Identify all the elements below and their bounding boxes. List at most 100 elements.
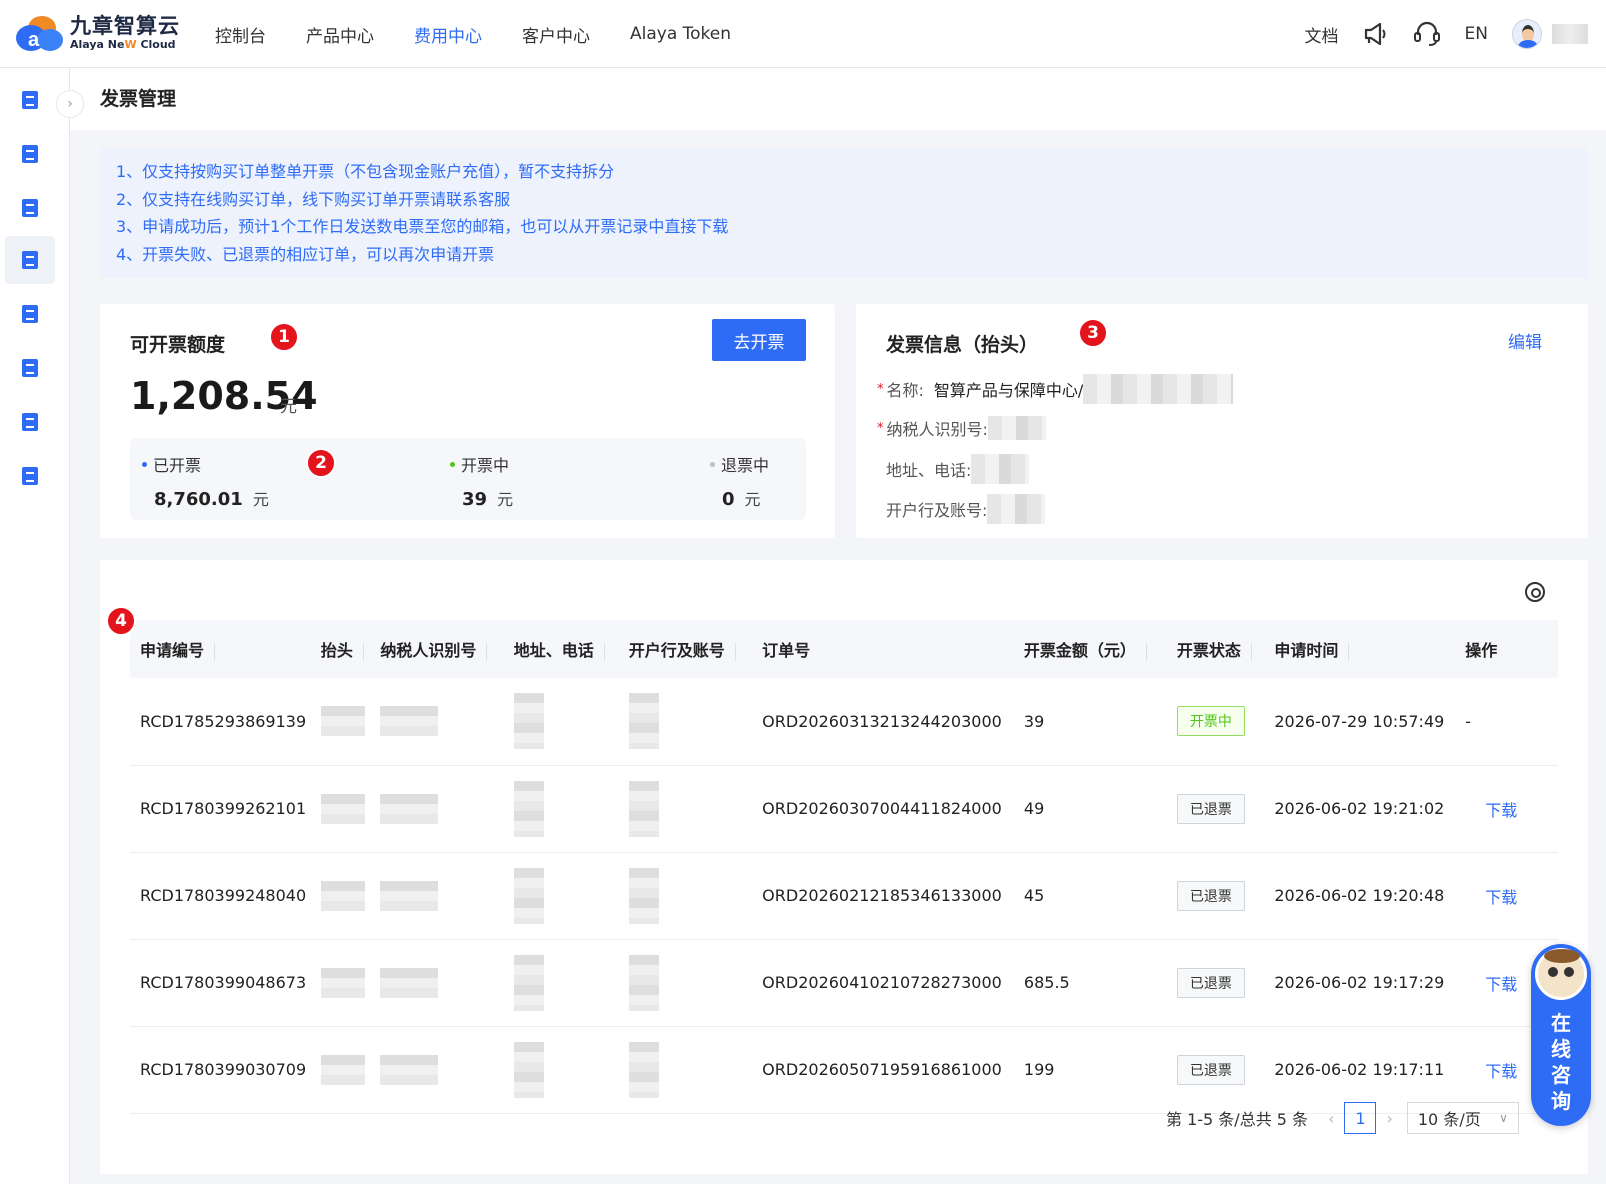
brand-logo[interactable]: a 九章智算云 Alaya NeW Cloud — [14, 12, 180, 54]
column-header: 操作 — [1455, 620, 1558, 678]
nav-item[interactable]: 控制台 — [215, 22, 266, 47]
request-id-cell: RCD1780399048673 — [130, 939, 311, 1027]
amount-cell: 39 — [1013, 678, 1167, 766]
column-settings-gear-icon[interactable] — [1525, 582, 1545, 602]
sidebar-expand-button[interactable]: › — [56, 90, 84, 118]
blurred-value — [628, 1041, 659, 1098]
info-bank-row: 开户行及账号: — [886, 494, 1046, 524]
apply-time-cell: 2026-06-02 19:17:29 — [1264, 939, 1456, 1027]
column-header: 申请编号 — [130, 620, 311, 678]
invoice-info-card: 发票信息（抬头） 3 编辑 * 名称: 智算产品与保障中心/ * 纳税人识别号: 地… — [856, 304, 1588, 538]
title-cell — [310, 1026, 371, 1114]
order-id-cell: ORD20260212185346133000 — [752, 852, 1014, 940]
stat-in-progress: 开票中 39 元 — [450, 452, 513, 510]
prev-page-icon[interactable]: ‹ — [1328, 1109, 1334, 1128]
online-consult-label: 在线咨询 — [1551, 1011, 1571, 1113]
download-link[interactable]: 下载 — [1465, 888, 1517, 907]
status-cell: 已退票 — [1166, 852, 1265, 940]
sidebar-item-archive-download[interactable] — [5, 398, 55, 446]
issue-invoice-button[interactable]: 去开票 — [712, 319, 806, 361]
column-header: 申请时间 — [1264, 620, 1456, 678]
support-headset-icon[interactable] — [1413, 21, 1441, 47]
blurred-value — [320, 880, 365, 911]
request-id-cell: RCD1780399030709 — [130, 1026, 311, 1114]
blurred-value — [628, 867, 659, 924]
blurred-value — [971, 454, 1030, 484]
brand-name-cn: 九章智算云 — [70, 14, 180, 38]
download-link[interactable]: 下载 — [1465, 975, 1517, 994]
invoice-records-card: 4 申请编号 抬头 纳税人识别号 地址、电话 开户行及账号 订单号 开票金额（元） 开票状态申… — [100, 560, 1588, 1174]
top-right-tools: 文档 EN — [1281, 0, 1588, 68]
nav-item[interactable]: 客户中心 — [522, 22, 590, 47]
user-menu[interactable] — [1512, 19, 1588, 49]
blurred-value — [380, 793, 439, 824]
docs-link[interactable]: 文档 — [1305, 22, 1339, 47]
address-cell — [503, 765, 619, 853]
sidebar-item-receipt[interactable] — [5, 290, 55, 338]
table-row: RCD1780399248040 ORD20260212185346133000 4… — [130, 852, 1558, 940]
nav-item[interactable]: Alaya Token — [630, 24, 731, 44]
column-header: 开户行及账号 — [618, 620, 753, 678]
info-name-value: 智算产品与保障中心/ — [933, 381, 1084, 400]
avatar — [1512, 19, 1542, 49]
language-switch[interactable]: EN — [1465, 24, 1488, 44]
download-link[interactable]: 下载 — [1465, 801, 1517, 820]
sidebar-item-bill[interactable] — [5, 184, 55, 232]
request-id-cell: RCD1785293869139 — [130, 678, 311, 766]
action-cell: 下载 — [1455, 765, 1558, 853]
document-icon — [22, 145, 38, 163]
title-cell — [310, 939, 371, 1027]
sidebar-item-money-bag[interactable] — [5, 76, 55, 124]
column-header: 开票金额（元） — [1013, 620, 1167, 678]
top-nav-bar: a 九章智算云 Alaya NeW Cloud 控制台 产品中心 费用中心 客户中心 A… — [0, 0, 1606, 68]
status-cell: 已退票 — [1166, 1026, 1265, 1114]
blurred-value — [628, 954, 659, 1011]
announcement-icon[interactable] — [1363, 22, 1389, 46]
status-dot — [710, 461, 715, 467]
sidebar-item-ticket[interactable] — [5, 236, 55, 284]
sidebar-item-document[interactable] — [5, 130, 55, 178]
title-cell — [310, 852, 371, 940]
info-address-row: 地址、电话: — [886, 454, 1030, 484]
column-header: 开票状态 — [1166, 620, 1265, 678]
status-badge: 已退票 — [1176, 967, 1245, 998]
apply-time-cell: 2026-06-02 19:17:11 — [1264, 1026, 1456, 1114]
table-row: RCD1780399030709 ORD20260507195916861000 1… — [130, 1026, 1558, 1114]
blurred-value — [320, 706, 365, 737]
bank-cell — [618, 678, 753, 766]
edit-link[interactable]: 编辑 — [1508, 328, 1542, 353]
sidebar — [0, 68, 70, 1184]
nav-item[interactable]: 费用中心 — [414, 22, 482, 47]
receipt-icon — [22, 305, 38, 323]
sidebar-item-archive-export[interactable] — [5, 452, 55, 500]
blurred-value — [628, 780, 659, 837]
status-badge: 开票中 — [1176, 706, 1245, 737]
status-dot — [450, 461, 455, 467]
order-id-cell: ORD20260313213244203000 — [752, 678, 1014, 766]
cloud-logo-icon: a — [16, 16, 63, 51]
notice-line: 1、仅支持按购买订单整单开票（不包含现金账户充值），暂不支持拆分 — [116, 162, 615, 181]
online-consult-button[interactable]: 在线咨询 — [1531, 944, 1591, 1126]
archive-export-icon — [22, 467, 38, 485]
blurred-value — [628, 693, 659, 750]
column-header: 抬头 — [310, 620, 371, 678]
page-number-current[interactable]: 1 — [1344, 1102, 1377, 1134]
blurred-value — [513, 867, 544, 924]
status-badge: 已退票 — [1176, 880, 1245, 911]
invoice-records-table: 申请编号 抬头 纳税人识别号 地址、电话 开户行及账号 订单号 开票金额（元） 开票状态 申请时… — [130, 620, 1558, 1114]
page-size-select[interactable]: 10 条/页 ∨ — [1406, 1102, 1519, 1134]
next-page-icon[interactable]: › — [1386, 1109, 1392, 1128]
column-header: 订单号 — [752, 620, 1014, 678]
ticket-icon — [22, 251, 38, 269]
request-id-cell: RCD1780399248040 — [130, 852, 311, 940]
sidebar-item-settlement[interactable] — [5, 344, 55, 392]
blurred-value — [513, 780, 544, 837]
table-row: RCD1780399262101 ORD20260307004411824000 4… — [130, 765, 1558, 853]
stat-invoiced: 已开票 8,760.01 元 — [142, 452, 269, 510]
bank-cell — [618, 1026, 753, 1114]
status-dot — [142, 461, 147, 467]
download-link[interactable]: 下载 — [1465, 1062, 1517, 1081]
nav-item[interactable]: 产品中心 — [306, 22, 374, 47]
action-empty: - — [1465, 711, 1472, 731]
taxid-cell — [370, 939, 504, 1027]
